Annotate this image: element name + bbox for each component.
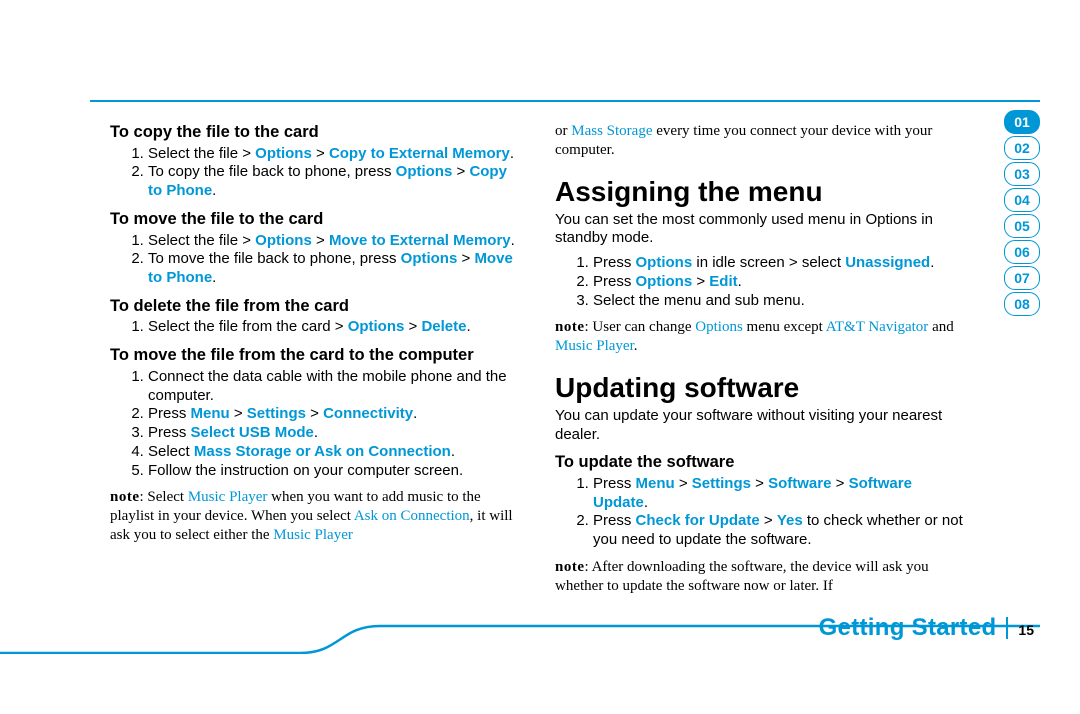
manual-page: 01 02 03 04 05 06 07 08 To copy the file… bbox=[0, 0, 1080, 714]
step: Press Select USB Mode. bbox=[148, 424, 525, 443]
steps-update-software: Press Menu > Settings > Software > Softw… bbox=[555, 475, 970, 550]
note-updating-software: note: After downloading the software, th… bbox=[555, 558, 970, 596]
footer-section-title: Getting Started bbox=[819, 614, 997, 642]
steps-delete-file: Select the file from the card > Options … bbox=[110, 318, 525, 337]
step: Select Mass Storage or Ask on Connection… bbox=[148, 443, 525, 462]
step: Press Options > Edit. bbox=[593, 273, 970, 292]
step: Select the file from the card > Options … bbox=[148, 318, 525, 337]
heading-updating-software: Updating software bbox=[555, 370, 970, 405]
step: Connect the data cable with the mobile p… bbox=[148, 368, 525, 406]
steps-move-file: Select the file > Options > Move to Exte… bbox=[110, 232, 525, 288]
heading-assigning-menu: Assigning the menu bbox=[555, 174, 970, 209]
subhead-delete-file: To delete the file from the card bbox=[110, 296, 525, 317]
chapter-tab[interactable]: 02 bbox=[1004, 136, 1040, 160]
step: Select the file > Options > Move to Exte… bbox=[148, 232, 525, 251]
steps-assigning-menu: Press Options in idle screen > select Un… bbox=[555, 254, 970, 310]
subhead-update-software: To update the software bbox=[555, 452, 970, 473]
step: To move the file back to phone, press Op… bbox=[148, 250, 525, 288]
step: Press Options in idle screen > select Un… bbox=[593, 254, 970, 273]
step: Press Menu > Settings > Connectivity. bbox=[148, 405, 525, 424]
chapter-tab[interactable]: 06 bbox=[1004, 240, 1040, 264]
left-column: To copy the file to the card Select the … bbox=[110, 110, 525, 601]
chapter-tab[interactable]: 08 bbox=[1004, 292, 1040, 316]
step: Press Menu > Settings > Software > Softw… bbox=[593, 475, 970, 513]
continuation-text: or Mass Storage every time you connect y… bbox=[555, 122, 970, 160]
content-columns: To copy the file to the card Select the … bbox=[110, 110, 1010, 601]
step: To copy the file back to phone, press Op… bbox=[148, 163, 525, 201]
chapter-tab[interactable]: 07 bbox=[1004, 266, 1040, 290]
subhead-move-file: To move the file to the card bbox=[110, 209, 525, 230]
right-column: or Mass Storage every time you connect y… bbox=[555, 110, 1010, 601]
chapter-tabs: 01 02 03 04 05 06 07 08 bbox=[1004, 110, 1040, 318]
chapter-tab[interactable]: 01 bbox=[1004, 110, 1040, 134]
step: Follow the instruction on your computer … bbox=[148, 462, 525, 481]
page-number: 15 bbox=[1018, 622, 1034, 638]
footer: Getting Started 15 bbox=[819, 614, 1034, 642]
top-rule bbox=[90, 100, 1040, 102]
steps-copy-file: Select the file > Options > Copy to Exte… bbox=[110, 145, 525, 201]
subhead-move-to-computer: To move the file from the card to the co… bbox=[110, 345, 525, 366]
step: Select the menu and sub menu. bbox=[593, 292, 970, 311]
chapter-tab[interactable]: 04 bbox=[1004, 188, 1040, 212]
note-assigning-menu: note: User can change Options menu excep… bbox=[555, 318, 970, 356]
step: Select the file > Options > Copy to Exte… bbox=[148, 145, 525, 164]
chapter-tab[interactable]: 05 bbox=[1004, 214, 1040, 238]
footer-divider-icon bbox=[1006, 617, 1008, 639]
step: Press Check for Update > Yes to check wh… bbox=[593, 512, 970, 550]
paragraph: You can set the most commonly used menu … bbox=[555, 211, 970, 249]
steps-move-to-computer: Connect the data cable with the mobile p… bbox=[110, 368, 525, 481]
note-music-player: note: Select Music Player when you want … bbox=[110, 488, 525, 544]
paragraph: You can update your software without vis… bbox=[555, 407, 970, 445]
chapter-tab[interactable]: 03 bbox=[1004, 162, 1040, 186]
subhead-copy-file: To copy the file to the card bbox=[110, 122, 525, 143]
